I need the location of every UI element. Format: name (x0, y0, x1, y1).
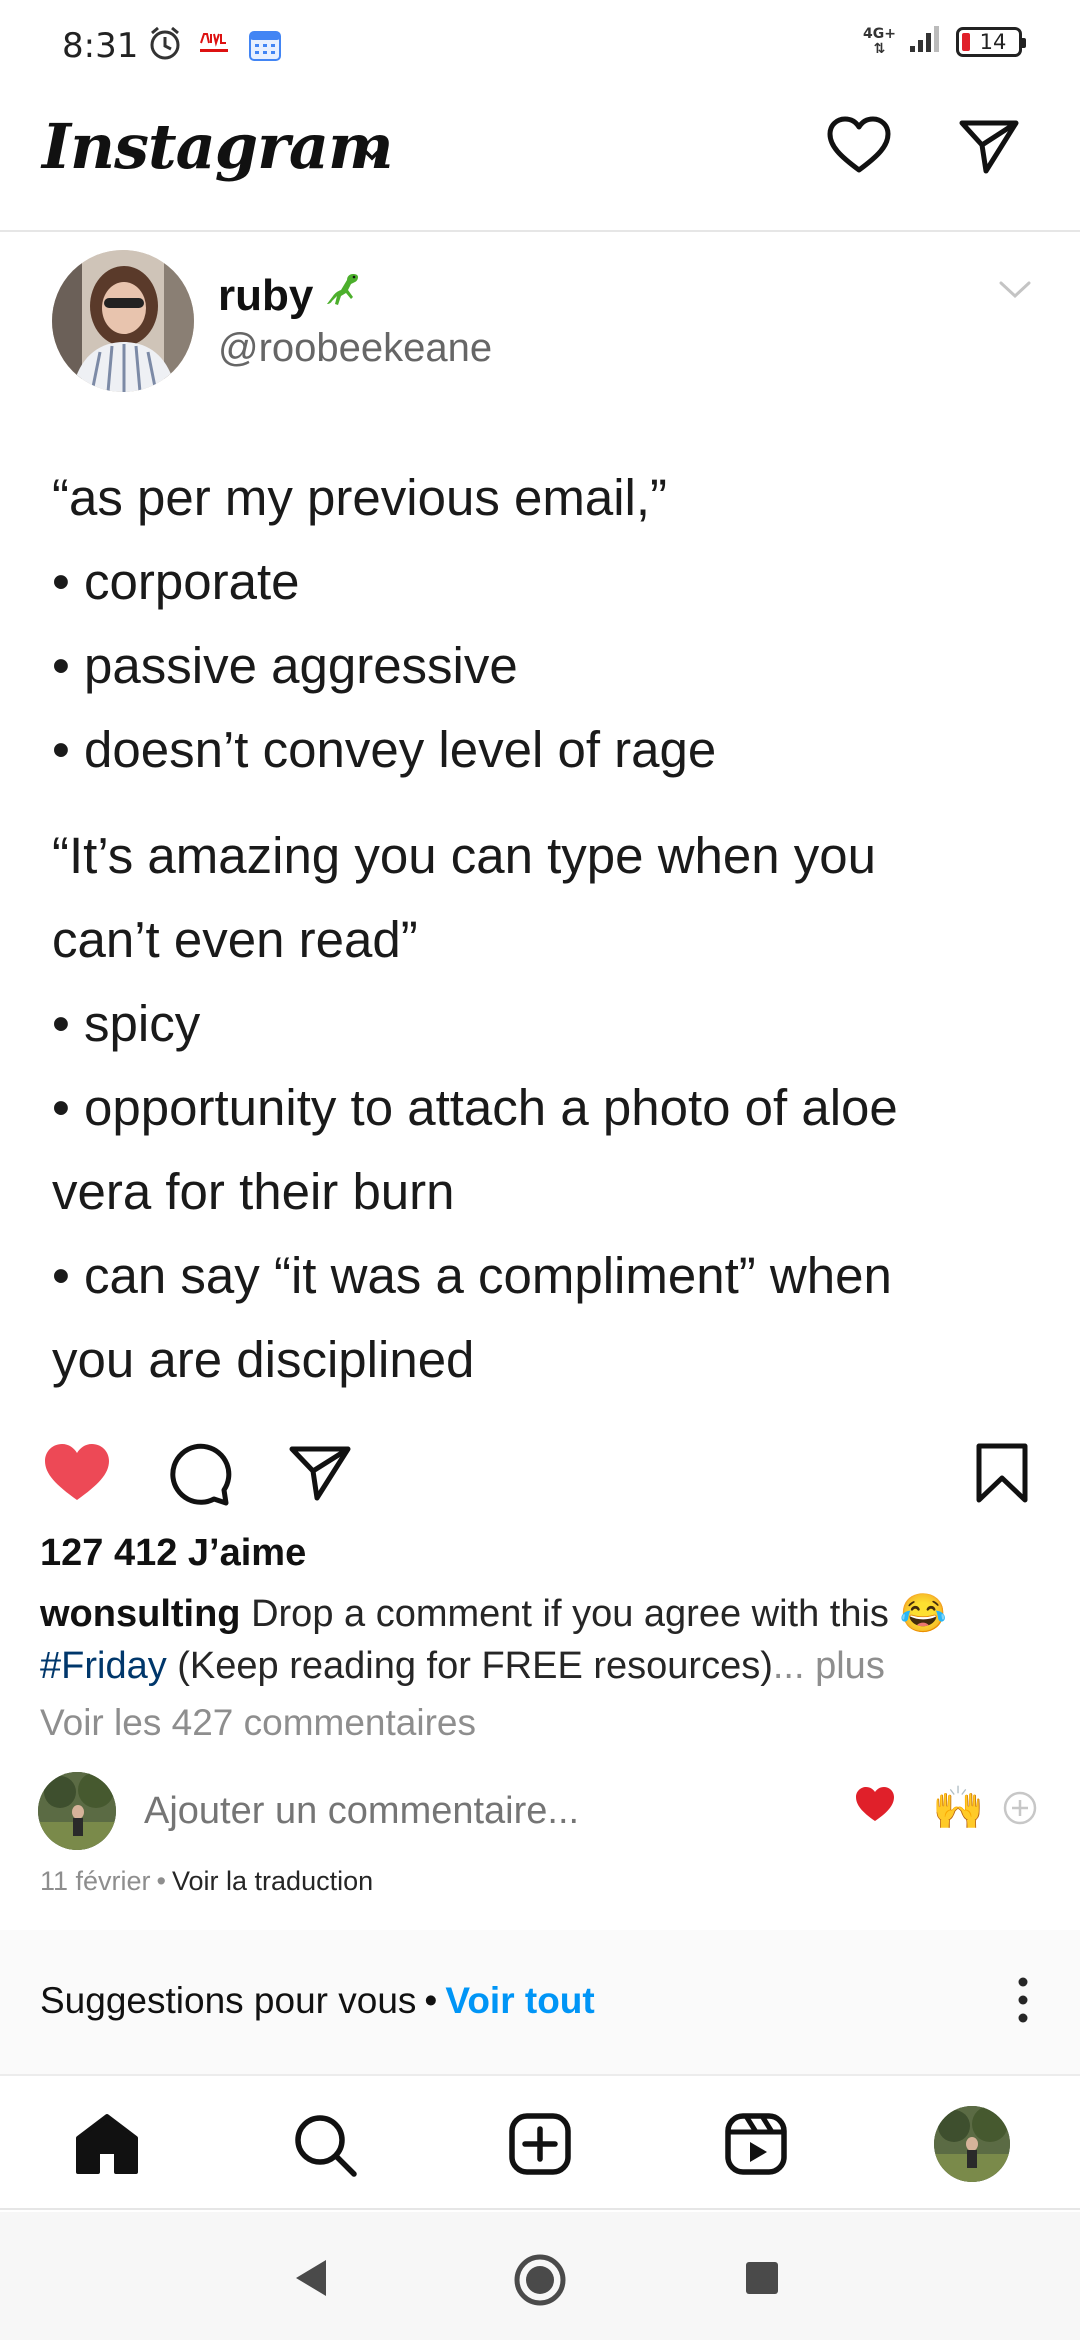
bottom-nav (0, 2078, 1080, 2210)
network-type: 4G+ (863, 25, 896, 42)
current-user-avatar[interactable] (38, 1772, 116, 1850)
comment-input[interactable] (144, 1790, 784, 1833)
author-handle[interactable]: @roobeekeane (218, 326, 492, 371)
profile-avatar[interactable] (934, 2106, 1010, 2182)
like-filled-icon[interactable] (42, 1442, 112, 1509)
tweet-line: can’t even read” (52, 911, 418, 968)
status-bar: 8:31 4G+ ⇅ 14 (0, 0, 1080, 92)
tweet-line: • corporate (52, 553, 300, 610)
suggestions-header: Suggestions pour vous • Voir tout (40, 1980, 595, 2022)
post-date: 11 février (40, 1866, 151, 1896)
suggestions-band: Suggestions pour vous • Voir tout (0, 1930, 1080, 2076)
post-actions (0, 1432, 1080, 1512)
tweet-line: • passive aggressive (52, 637, 518, 694)
tweet-line: • doesn’t convey level of rage (52, 721, 717, 778)
tweet-line: “It’s amazing you can type when you (52, 827, 877, 884)
chevron-down-icon[interactable] (358, 144, 386, 167)
caption-rest: (Keep reading for FREE resources) (166, 1645, 773, 1687)
suggestions-separator: • (424, 1980, 438, 2021)
recent-apps-icon[interactable] (744, 2260, 780, 2301)
alarm-icon (146, 24, 184, 67)
bookmark-icon[interactable] (974, 1442, 1030, 1509)
battery-icon: 14 (956, 26, 1026, 57)
system-nav-bar (0, 2212, 1080, 2340)
instagram-logo[interactable]: Instagram (42, 110, 394, 183)
direct-send-icon[interactable] (958, 118, 1020, 181)
post-date-row: 11 février • Voir la traduction (40, 1866, 373, 1897)
tweet-line: vera for their burn (52, 1163, 455, 1220)
app-header: Instagram (0, 92, 1080, 232)
quick-heart-reaction-icon[interactable] (854, 1786, 896, 1829)
view-comments-link[interactable]: Voir les 427 commentaires (40, 1702, 476, 1744)
caption-username[interactable]: wonsulting (40, 1593, 241, 1635)
back-icon[interactable] (290, 2256, 330, 2305)
add-comment-row: 🙌 (0, 1770, 1080, 1850)
author-name[interactable]: ruby (218, 270, 363, 321)
home-button-icon[interactable] (512, 2252, 568, 2313)
data-arrows-icon: ⇅ (873, 40, 886, 57)
tweet-line: you are disciplined (52, 1331, 475, 1388)
home-icon[interactable] (74, 2112, 140, 2181)
post-caption: wonsulting Drop a comment if you agree w… (40, 1588, 1040, 1692)
caption-text: Drop a comment if you agree with this 😂 (240, 1593, 947, 1635)
chevron-down-icon[interactable] (998, 280, 1032, 305)
likes-count[interactable]: 127 412 J’aime (40, 1532, 306, 1575)
calendar-icon (248, 28, 282, 67)
create-post-icon[interactable] (508, 2112, 572, 2181)
tweet-line: • opportunity to attach a photo of aloe (52, 1079, 898, 1136)
lizard-emoji-icon (323, 270, 363, 321)
see-all-link[interactable]: Voir tout (445, 1980, 594, 2021)
more-options-icon[interactable] (1016, 1976, 1030, 2029)
see-translation-link[interactable]: Voir la traduction (172, 1866, 373, 1896)
caption-more-link[interactable]: ... plus (773, 1645, 885, 1687)
status-time: 8:31 (62, 26, 139, 66)
author-name-text[interactable]: ruby (218, 271, 313, 321)
share-icon[interactable] (288, 1444, 352, 1507)
news-app-icon (196, 30, 232, 61)
reels-icon[interactable] (724, 2112, 788, 2181)
battery-level: 14 (979, 29, 1007, 54)
date-separator: • (156, 1866, 166, 1896)
battery-fill (962, 32, 970, 51)
quick-raised-hands-reaction[interactable]: 🙌 (932, 1784, 984, 1833)
add-reaction-icon[interactable] (1002, 1790, 1038, 1831)
heart-icon[interactable] (826, 116, 892, 181)
signal-icon (908, 24, 944, 59)
status-right: 4G+ ⇅ 14 (863, 24, 1026, 59)
tweet-line: • can say “it was a compliment” when (52, 1247, 892, 1304)
post-header: ruby @roobeekeane (0, 236, 1080, 406)
hashtag-link[interactable]: #Friday (40, 1645, 167, 1687)
search-icon[interactable] (292, 2112, 358, 2183)
author-avatar[interactable] (52, 250, 194, 392)
tweet-line: “as per my previous email,” (52, 469, 668, 526)
suggestions-title: Suggestions pour vous (40, 1980, 417, 2021)
post-image-text: “as per my previous email,” • corporate … (52, 456, 1042, 1402)
tweet-line: • spicy (52, 995, 201, 1052)
comment-icon[interactable] (166, 1442, 232, 1511)
network-indicator: 4G+ ⇅ (863, 25, 896, 57)
